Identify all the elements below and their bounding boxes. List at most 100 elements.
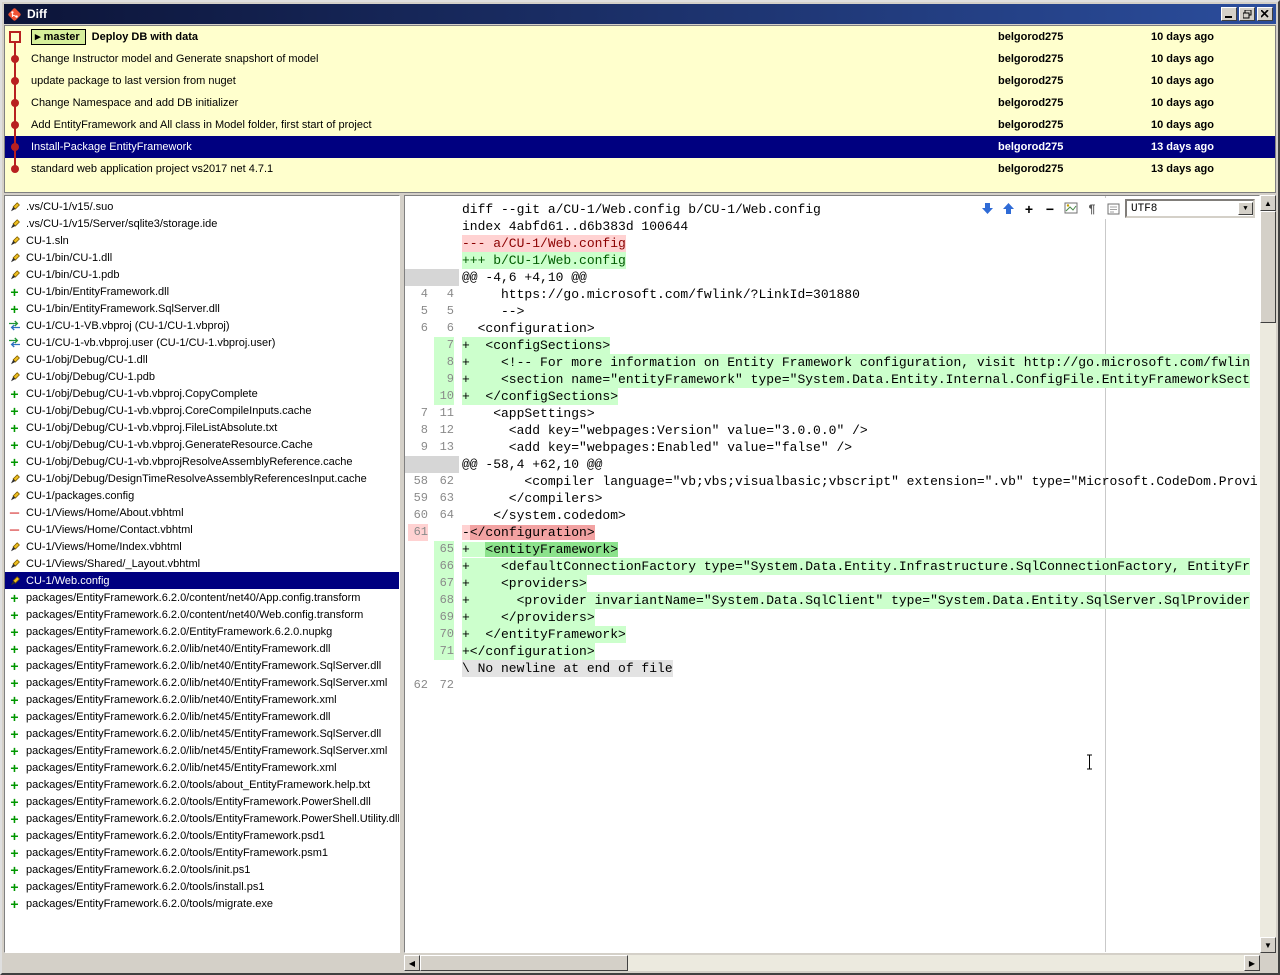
wrap-frame-icon[interactable] [1104, 199, 1122, 218]
file-status-added-icon: + [10, 827, 19, 844]
file-row[interactable]: CU-1/obj/Debug/CU-1.pdb [5, 368, 399, 385]
file-row[interactable]: ─ CU-1/Views/Home/Contact.vbhtml [5, 521, 399, 538]
file-row[interactable]: CU-1/obj/Debug/DesignTimeResolveAssembly… [5, 470, 399, 487]
file-row[interactable]: + packages/EntityFramework.6.2.0/lib/net4… [5, 691, 399, 708]
file-row[interactable]: CU-1/CU-1-vb.vbproj.user (CU-1/CU-1.vbpr… [5, 334, 399, 351]
file-row[interactable]: + CU-1/obj/Debug/CU-1-vb.vbproj.FileListA… [5, 419, 399, 436]
file-row[interactable]: + packages/EntityFramework.6.2.0/tools/in… [5, 878, 399, 895]
line-number-gutter: 55 [405, 303, 459, 320]
diff-text: --- a/CU-1/Web.config [462, 235, 626, 252]
diff-line: 10 + </configSections> [405, 388, 1259, 405]
file-row[interactable]: CU-1/obj/Debug/CU-1.dll [5, 351, 399, 368]
file-row[interactable]: ─ CU-1/Views/Home/About.vbhtml [5, 504, 399, 521]
close-button[interactable] [1257, 7, 1273, 21]
file-row[interactable]: CU-1/Views/Home/Index.vbhtml [5, 538, 399, 555]
file-row[interactable]: + packages/EntityFramework.6.2.0/lib/net4… [5, 674, 399, 691]
file-row[interactable]: CU-1.sln [5, 232, 399, 249]
file-row[interactable]: CU-1/Views/Shared/_Layout.vbhtml [5, 555, 399, 572]
scroll-left-button[interactable]: ◀ [404, 955, 420, 971]
commit-row[interactable]: standard web application project vs2017 … [5, 158, 1275, 180]
diff-word-highlight: </configuration> [469, 525, 595, 540]
file-row[interactable]: CU-1/bin/CU-1.dll [5, 249, 399, 266]
line-number-old [408, 626, 428, 643]
vertical-scroll-thumb[interactable] [1260, 211, 1276, 323]
file-row[interactable]: + packages/EntityFramework.6.2.0/EntityFr… [5, 623, 399, 640]
scroll-right-button[interactable]: ▶ [1244, 955, 1260, 971]
line-number-old [408, 558, 428, 575]
file-row[interactable]: + CU-1/obj/Debug/CU-1-vb.vbproj.GenerateR… [5, 436, 399, 453]
commit-subject: update package to last version from nuge… [31, 75, 236, 87]
horizontal-scroll-thumb[interactable] [420, 955, 628, 971]
file-row[interactable]: + packages/EntityFramework.6.2.0/tools/En… [5, 810, 399, 827]
nav-down-button[interactable] [978, 199, 996, 218]
commit-row[interactable]: Change Instructor model and Generate sna… [5, 48, 1275, 70]
nav-up-button[interactable] [999, 199, 1017, 218]
file-row[interactable]: CU-1/packages.config [5, 487, 399, 504]
scroll-down-button[interactable]: ▼ [1260, 937, 1276, 953]
file-row[interactable]: + packages/EntityFramework.6.2.0/lib/net4… [5, 708, 399, 725]
file-path: CU-1/Web.config [26, 574, 110, 587]
file-row[interactable]: + packages/EntityFramework.6.2.0/lib/net4… [5, 759, 399, 776]
diff-line: 66 + <defaultConnectionFactory type="Syst… [405, 558, 1259, 575]
combo-arrow-icon[interactable]: ▼ [1238, 202, 1253, 215]
diff-panel: diff --git a/CU-1/Web.config b/CU-1/Web.… [404, 195, 1260, 953]
commit-row[interactable]: Install-Package EntityFramework belgorod2… [5, 136, 1275, 158]
restore-button[interactable] [1239, 7, 1255, 21]
file-row[interactable]: CU-1/CU-1-VB.vbproj (CU-1/CU-1.vbproj) [5, 317, 399, 334]
minimize-button[interactable] [1221, 7, 1237, 21]
file-row[interactable]: .vs/CU-1/v15/.suo [5, 198, 399, 215]
pilcrow-icon[interactable]: ¶ [1083, 199, 1101, 218]
file-status-modified-icon [8, 558, 21, 570]
line-number-new: 66 [434, 558, 454, 575]
diff-line: 71 +</configuration> [405, 643, 1259, 660]
file-row[interactable]: + packages/EntityFramework.6.2.0/lib/net4… [5, 742, 399, 759]
file-row[interactable]: + packages/EntityFramework.6.2.0/tools/En… [5, 827, 399, 844]
file-row[interactable]: + CU-1/obj/Debug/CU-1-vb.vbproj.CopyCompl… [5, 385, 399, 402]
file-path: CU-1/bin/EntityFramework.SqlServer.dll [26, 302, 220, 315]
file-row[interactable]: + CU-1/obj/Debug/CU-1-vb.vbprojResolveAss… [5, 453, 399, 470]
scroll-up-button[interactable]: ▲ [1260, 195, 1276, 211]
file-row[interactable]: + packages/EntityFramework.6.2.0/tools/ab… [5, 776, 399, 793]
file-row[interactable]: + CU-1/bin/EntityFramework.SqlServer.dll [5, 300, 399, 317]
git-icon [7, 7, 22, 22]
file-row[interactable]: + packages/EntityFramework.6.2.0/lib/net4… [5, 640, 399, 657]
zoom-out-button[interactable]: − [1041, 199, 1059, 218]
file-row[interactable]: + CU-1/obj/Debug/CU-1-vb.vbproj.CoreCompi… [5, 402, 399, 419]
file-row[interactable]: + packages/EntityFramework.6.2.0/tools/En… [5, 844, 399, 861]
commit-row[interactable]: Change Namespace and add DB initializer b… [5, 92, 1275, 114]
diff-text: diff --git a/CU-1/Web.config b/CU-1/Web.… [462, 202, 821, 217]
file-row[interactable]: + packages/EntityFramework.6.2.0/tools/in… [5, 861, 399, 878]
diff-text: + <section name="entityFramework" type="… [462, 371, 1250, 388]
commit-author: belgorod275 [998, 31, 1064, 43]
file-path: CU-1/obj/Debug/DesignTimeResolveAssembly… [26, 472, 367, 485]
commit-row[interactable]: Add EntityFramework and All class in Mod… [5, 114, 1275, 136]
file-row[interactable]: + CU-1/bin/EntityFramework.dll [5, 283, 399, 300]
line-number-old: 62 [413, 678, 428, 692]
zoom-in-button[interactable]: + [1020, 199, 1038, 218]
file-row[interactable]: + packages/EntityFramework.6.2.0/lib/net4… [5, 657, 399, 674]
commit-row[interactable]: ▸ master Deploy DB with data belgorod275 10… [5, 26, 1275, 48]
line-number-old: 5 [420, 304, 428, 318]
file-row[interactable]: CU-1/Web.config [5, 572, 399, 589]
vertical-scroll-track[interactable] [1260, 323, 1276, 937]
diff-line: --- a/CU-1/Web.config [405, 235, 1259, 252]
commit-row[interactable]: update package to last version from nuge… [5, 70, 1275, 92]
horizontal-scrollbar[interactable]: ◀ ▶ [404, 955, 1260, 971]
file-row[interactable]: + packages/EntityFramework.6.2.0/content/… [5, 606, 399, 623]
file-row[interactable]: + packages/EntityFramework.6.2.0/content/… [5, 589, 399, 606]
file-row[interactable]: + packages/EntityFramework.6.2.0/lib/net4… [5, 725, 399, 742]
window-title: Diff [27, 7, 47, 21]
line-number-gutter [405, 201, 459, 218]
encoding-combobox[interactable]: UTF8 ▼ [1125, 199, 1255, 218]
file-row[interactable]: + packages/EntityFramework.6.2.0/tools/mi… [5, 895, 399, 912]
vertical-scrollbar[interactable]: ▲ ▼ [1260, 195, 1276, 953]
file-row[interactable]: .vs/CU-1/v15/Server/sqlite3/storage.ide [5, 215, 399, 232]
diff-line: 9 13 <add key="webpages:Enabled" value="f… [405, 439, 1259, 456]
line-number-old: 60 [413, 508, 428, 522]
file-path: .vs/CU-1/v15/.suo [26, 200, 114, 213]
file-row[interactable]: CU-1/bin/CU-1.pdb [5, 266, 399, 283]
export-patch-icon[interactable] [1062, 199, 1080, 218]
commit-date: 10 days ago [1151, 97, 1214, 109]
horizontal-scroll-track[interactable] [628, 955, 1244, 971]
file-row[interactable]: + packages/EntityFramework.6.2.0/tools/En… [5, 793, 399, 810]
